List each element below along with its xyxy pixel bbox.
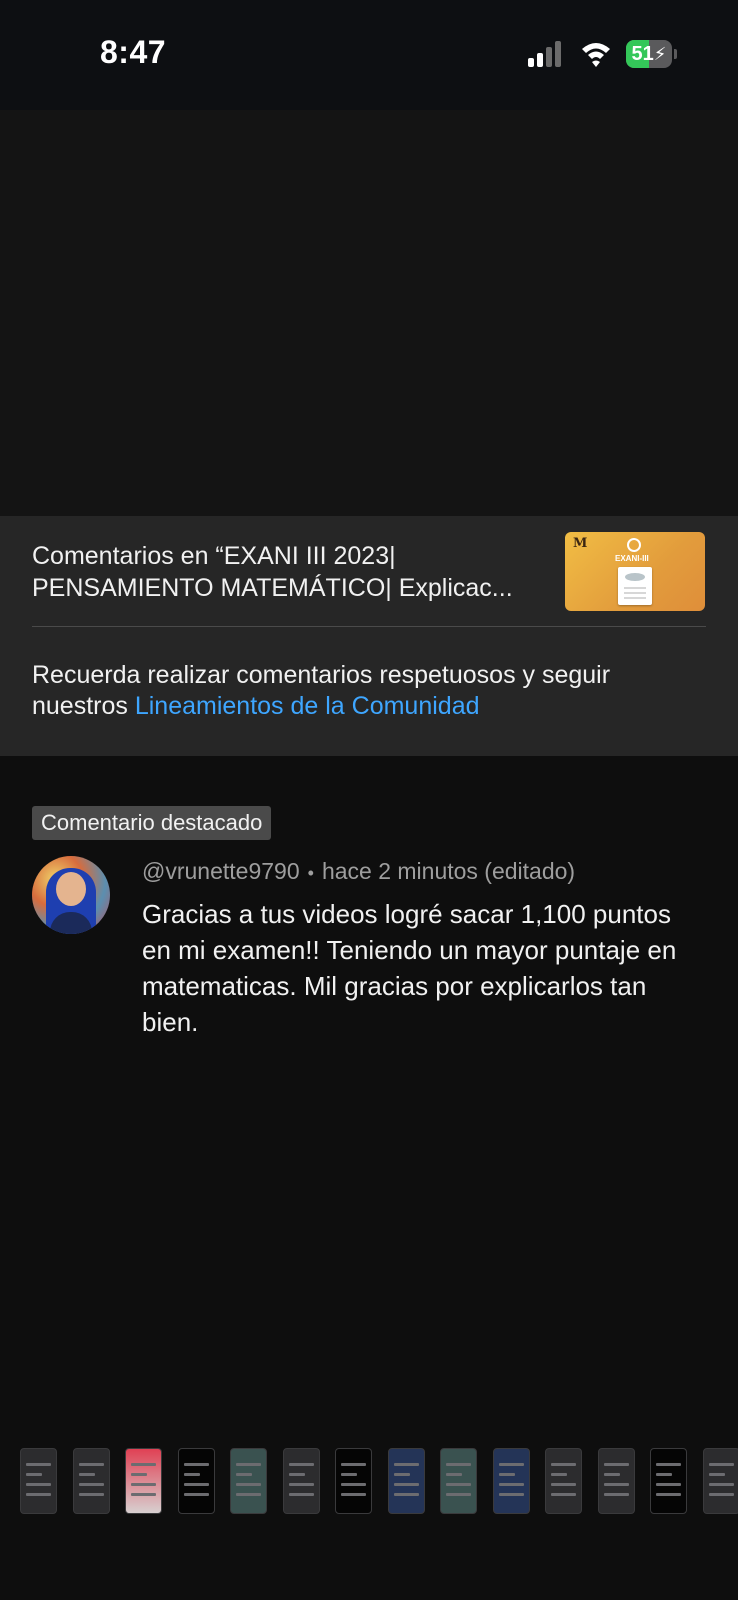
app-thumbnail[interactable] xyxy=(545,1448,582,1514)
app-thumbnail[interactable] xyxy=(282,1448,320,1514)
document-icon xyxy=(618,567,652,605)
app-thumbnail-row xyxy=(0,1448,738,1528)
app-thumbnail[interactable] xyxy=(72,1448,110,1514)
pinned-comment-badge: Comentario destacado xyxy=(32,806,272,840)
app-thumbnail[interactable] xyxy=(125,1448,162,1514)
community-guidelines-link[interactable]: Lineamientos de la Comunidad xyxy=(135,692,480,720)
app-thumbnail[interactable] xyxy=(650,1448,687,1514)
meta-separator: • xyxy=(307,863,314,883)
thumbnail-label: EXANI-III xyxy=(615,554,649,563)
video-player[interactable] xyxy=(0,110,738,516)
comment-meta: @vrunette9790 • hace 2 minutos (editado) xyxy=(142,858,575,885)
charging-bolt-icon: ⚡ xyxy=(653,44,667,64)
app-thumbnail[interactable] xyxy=(492,1448,530,1514)
comment-list: Comentario destacado @vrunette9790 • hace … xyxy=(0,756,738,1416)
signal-icon xyxy=(528,41,564,67)
divider xyxy=(32,626,706,627)
guidelines-notice: Recuerda realizar comentarios respetuoso… xyxy=(32,660,712,722)
avatar[interactable] xyxy=(32,856,110,934)
thumbnail-mark: M xyxy=(573,536,588,551)
comments-title: Comentarios en “EXANI III 2023| PENSAMIE… xyxy=(32,542,513,602)
battery-icon: 51⚡ xyxy=(626,40,677,68)
app-thumbnail[interactable] xyxy=(20,1448,57,1514)
comment-text: Gracias a tus videos logré sacar 1,100 p… xyxy=(142,899,677,1037)
app-switcher-strip xyxy=(0,1416,738,1600)
app-thumbnail[interactable] xyxy=(440,1448,477,1514)
comments-header: Comentarios en “EXANI III 2023| PENSAMIE… xyxy=(0,516,738,756)
wifi-icon xyxy=(582,43,610,67)
app-thumbnail[interactable] xyxy=(702,1448,738,1514)
comment-author[interactable]: @vrunette9790 xyxy=(142,858,300,884)
app-thumbnail[interactable] xyxy=(597,1448,635,1514)
app-thumbnail[interactable] xyxy=(230,1448,267,1514)
app-thumbnail[interactable] xyxy=(177,1448,215,1514)
video-thumbnail[interactable]: M EXANI-III xyxy=(565,532,705,611)
status-time: 8:47 xyxy=(100,34,167,70)
battery-percent: 51⚡ xyxy=(631,43,667,65)
status-bar: 8:47 51⚡ xyxy=(0,0,738,110)
comment-timestamp: hace 2 minutos (editado) xyxy=(321,858,576,884)
app-thumbnail[interactable] xyxy=(335,1448,372,1514)
exani-logo-icon xyxy=(627,538,641,552)
app-thumbnail[interactable] xyxy=(387,1448,425,1514)
